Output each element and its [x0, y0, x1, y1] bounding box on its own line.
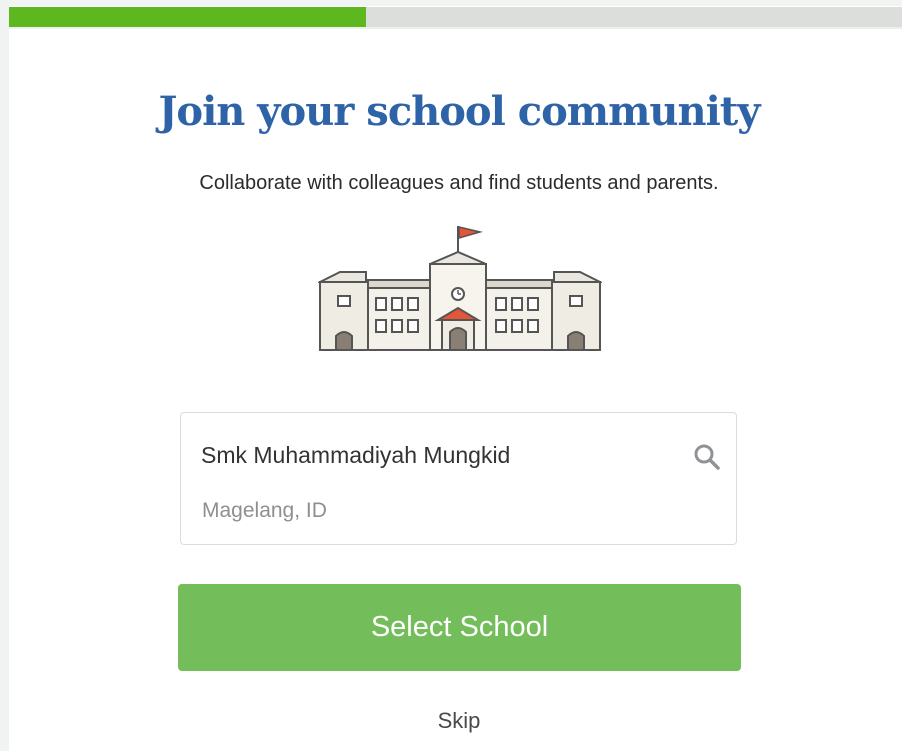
page-title: Join your school community [158, 88, 760, 135]
skip-link[interactable]: Skip [0, 708, 902, 734]
school-building-icon [318, 226, 602, 351]
select-school-button[interactable]: Select School [178, 584, 741, 671]
school-location: Magelang, ID [202, 499, 327, 522]
progress-bar-fill [9, 7, 367, 27]
school-search-card: Magelang, ID [180, 412, 737, 545]
school-search-input[interactable] [201, 435, 671, 475]
page-subtitle: Collaborate with colleagues and find stu… [199, 172, 719, 194]
progress-divider [9, 27, 902, 29]
search-icon[interactable] [693, 443, 721, 471]
join-school-page: Join your school community Collaborate w… [0, 0, 902, 751]
top-edge-divider [9, 0, 902, 6]
progress-bar [9, 7, 902, 27]
